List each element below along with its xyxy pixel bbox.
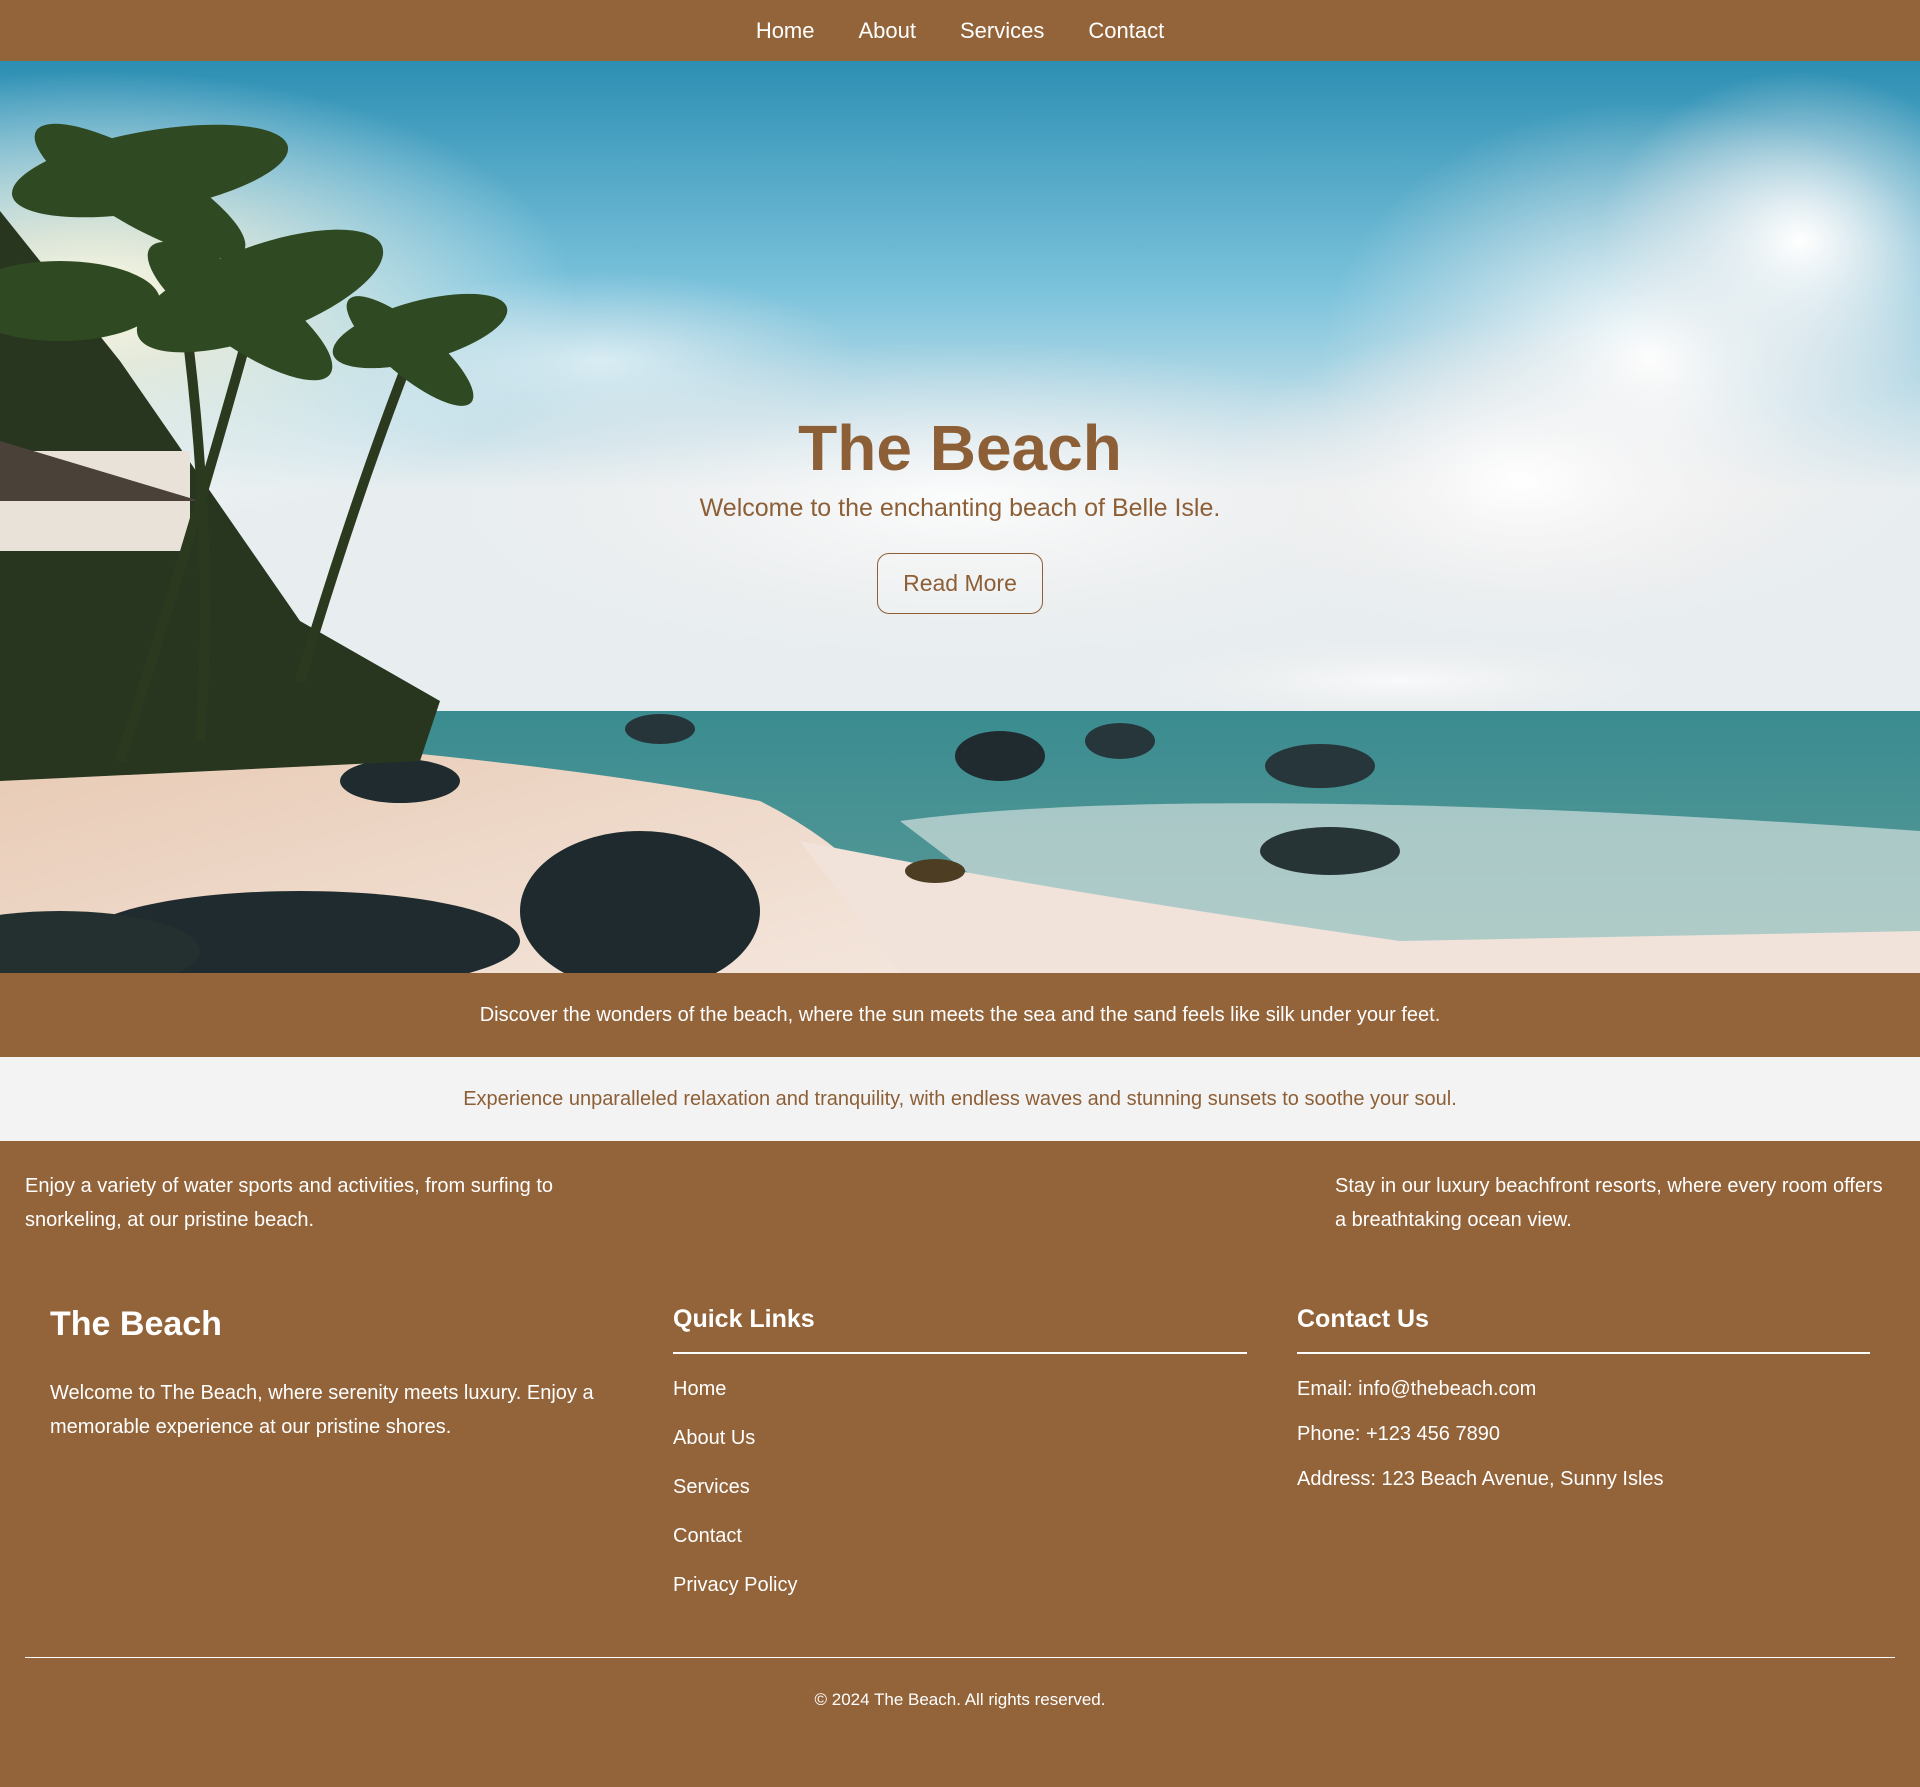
footer-link-home[interactable]: Home (673, 1376, 1247, 1425)
top-nav: Home About Services Contact (0, 0, 1920, 61)
nav-services-link[interactable]: Services (938, 18, 1066, 44)
footer-link-privacy-policy[interactable]: Privacy Policy (673, 1572, 1247, 1621)
footer-contact-column: Contact Us Email: info@thebeach.com Phon… (1297, 1265, 1870, 1511)
resorts-text: Stay in our luxury beachfront resorts, w… (1335, 1175, 1883, 1231)
quick-links-list: Home About Us Services Contact Privacy P… (673, 1376, 1247, 1621)
contact-phone: Phone: +123 456 7890 (1297, 1423, 1500, 1445)
hero-title: The Beach (798, 412, 1122, 484)
water-sports-text: Enjoy a variety of water sports and acti… (25, 1175, 553, 1231)
contact-address: Address: 123 Beach Avenue, Sunny Isles (1297, 1468, 1664, 1490)
hero-section: The Beach Welcome to the enchanting beac… (0, 61, 1920, 973)
hero-content: The Beach Welcome to the enchanting beac… (0, 416, 1920, 614)
footer-about-column: The Beach Welcome to The Beach, where se… (50, 1265, 620, 1444)
footer-link-about-us[interactable]: About Us (673, 1425, 1247, 1474)
quick-links-heading: Quick Links (673, 1305, 1247, 1354)
copyright-text: © 2024 The Beach. All rights reserved. (814, 1690, 1106, 1709)
discover-band: Discover the wonders of the beach, where… (0, 973, 1920, 1057)
contact-heading: Contact Us (1297, 1305, 1870, 1354)
nav-contact-link[interactable]: Contact (1066, 18, 1186, 44)
footer-links-column: Quick Links Home About Us Services Conta… (673, 1265, 1247, 1621)
read-more-button[interactable]: Read More (877, 553, 1043, 614)
nav-home-link[interactable]: Home (734, 18, 837, 44)
features-section: Enjoy a variety of water sports and acti… (0, 1141, 1920, 1265)
discover-text: Discover the wonders of the beach, where… (479, 1003, 1441, 1026)
contact-details: Email: info@thebeach.com Phone: +123 456… (1297, 1376, 1870, 1511)
footer-link-services[interactable]: Services (673, 1474, 1247, 1523)
footer-link-contact[interactable]: Contact (673, 1523, 1247, 1572)
site-footer: The Beach Welcome to The Beach, where se… (0, 1265, 1920, 1787)
contact-email: Email: info@thebeach.com (1297, 1378, 1537, 1400)
experience-band: Experience unparalleled relaxation and t… (0, 1057, 1920, 1141)
experience-text: Experience unparalleled relaxation and t… (463, 1087, 1457, 1110)
footer-about-text: Welcome to The Beach, where serenity mee… (50, 1382, 594, 1438)
footer-brand: The Beach (50, 1305, 222, 1343)
hero-subtitle: Welcome to the enchanting beach of Belle… (699, 494, 1221, 522)
footer-divider (25, 1657, 1895, 1658)
nav-about-link[interactable]: About (837, 18, 939, 44)
